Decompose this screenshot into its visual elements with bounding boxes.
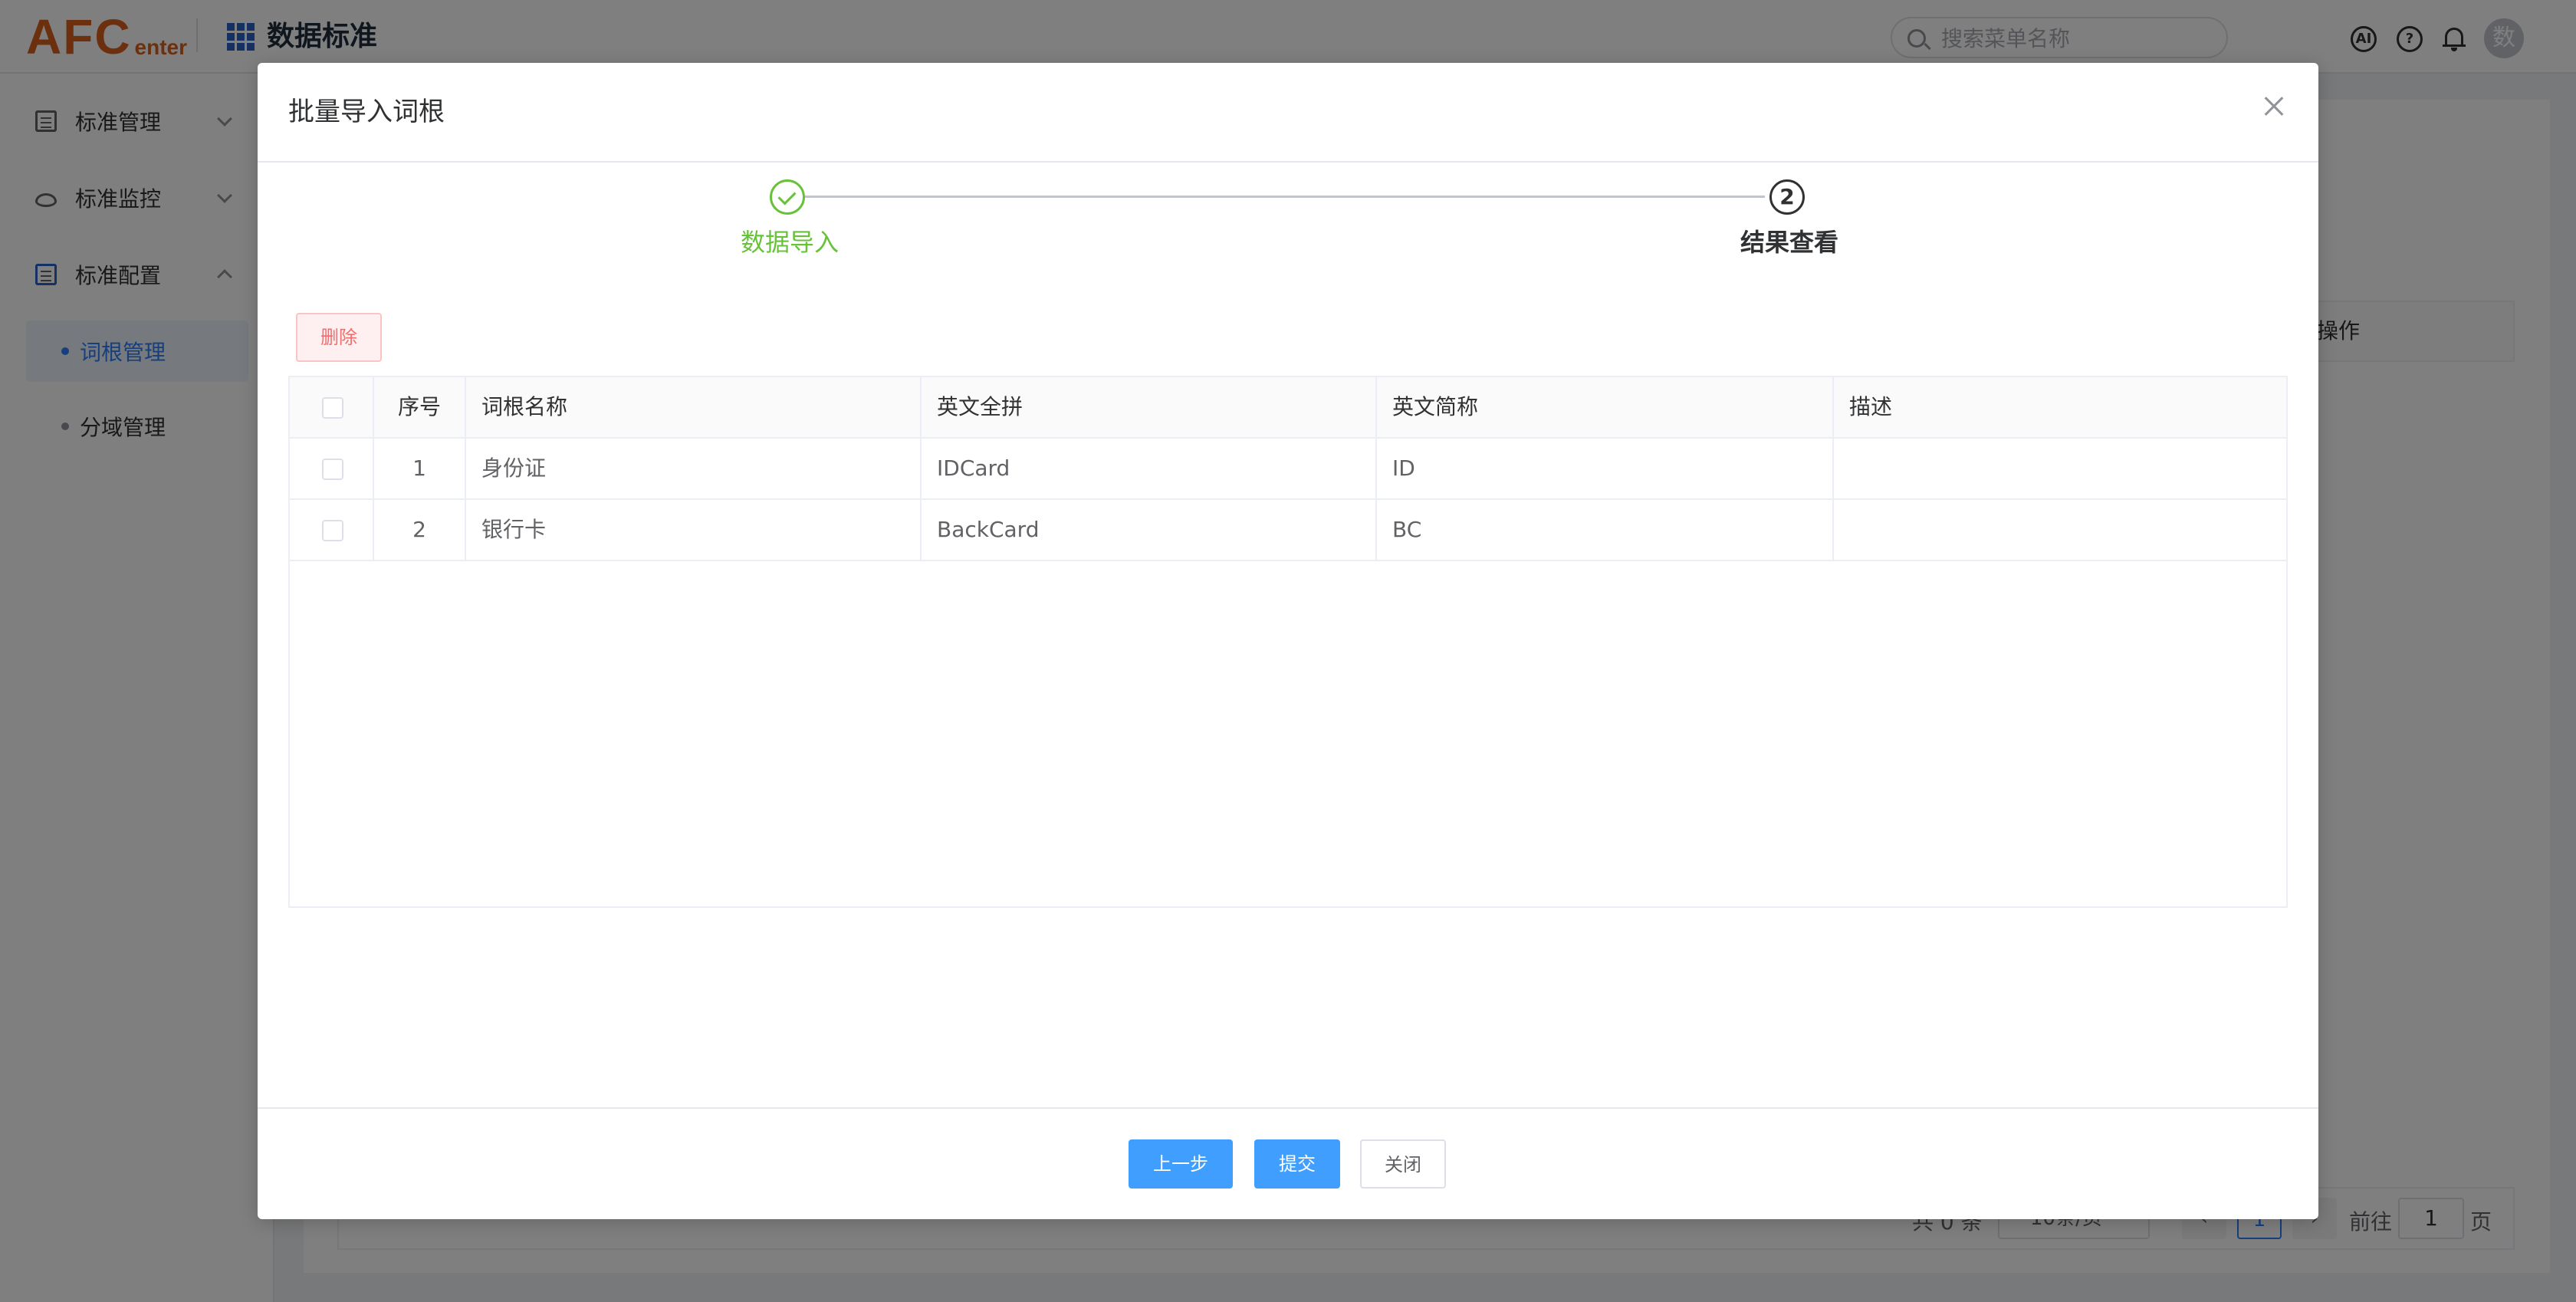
column-header: 序号 <box>374 377 466 437</box>
dialog-footer-divider <box>258 1107 2318 1109</box>
table-header-row: 序号 词根名称 英文全拼 英文简称 描述 <box>290 377 2286 439</box>
description <box>1834 500 2286 560</box>
english-abbreviation: BC <box>1377 500 1834 560</box>
column-header: 英文简称 <box>1377 377 1834 437</box>
delete-button[interactable]: 删除 <box>296 313 382 362</box>
root-word-name: 银行卡 <box>466 500 922 560</box>
row-select-cell <box>290 500 374 560</box>
description <box>1834 439 2286 498</box>
english-abbreviation: ID <box>1377 439 1834 498</box>
dialog-header: 批量导入词根 <box>258 63 2318 163</box>
close-icon[interactable] <box>2259 90 2289 121</box>
table-row[interactable]: 2 银行卡 BackCard BC <box>290 500 2286 561</box>
batch-import-dialog: 批量导入词根 数据导入 2 结果查看 删除 序号 词根名称 英文全拼 英文简称 … <box>258 63 2318 1219</box>
column-header: 描述 <box>1849 394 1893 419</box>
step-2-number: 2 <box>1769 179 1805 215</box>
close-button[interactable]: 关闭 <box>1360 1139 1446 1189</box>
step-1-label: 数据导入 <box>741 228 840 257</box>
previous-step-button[interactable]: 上一步 <box>1129 1139 1233 1189</box>
steps-connector <box>788 196 1765 198</box>
column-header: 词根名称 <box>466 377 922 437</box>
step-2-label: 结果查看 <box>1740 228 1839 257</box>
dialog-title: 批量导入词根 <box>288 97 445 127</box>
submit-button[interactable]: 提交 <box>1254 1139 1340 1189</box>
row-checkbox[interactable] <box>322 520 343 541</box>
english-full-name: BackCard <box>922 500 1377 560</box>
row-number: 2 <box>374 500 466 560</box>
row-checkbox[interactable] <box>322 459 343 480</box>
select-all-checkbox[interactable] <box>322 397 343 419</box>
app-root: AFC enter 数据标准 AI ? 数 标准管理 标准监控 标准配置 词根管 <box>0 0 2576 1302</box>
row-number: 1 <box>374 439 466 498</box>
column-header: 英文全拼 <box>922 377 1377 437</box>
import-table: 序号 词根名称 英文全拼 英文简称 描述 1 身份证 IDCard ID 2 银… <box>288 376 2288 908</box>
root-word-name: 身份证 <box>466 439 922 498</box>
table-row[interactable]: 1 身份证 IDCard ID <box>290 439 2286 500</box>
step-finished-check-icon <box>770 179 805 215</box>
english-full-name: IDCard <box>922 439 1377 498</box>
select-all-cell <box>290 377 374 437</box>
row-select-cell <box>290 439 374 498</box>
